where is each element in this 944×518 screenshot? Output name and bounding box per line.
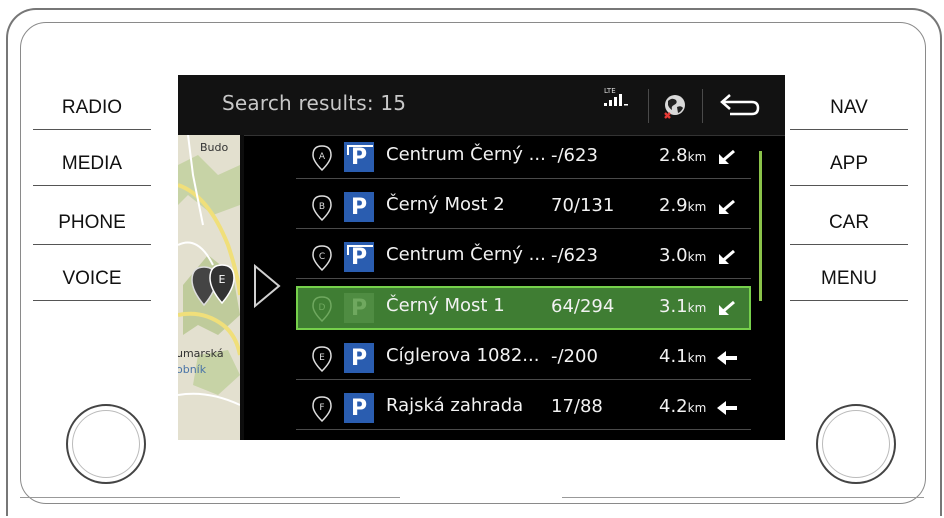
- result-distance: 4.2km: [659, 396, 707, 417]
- result-distance: 2.8km: [659, 145, 707, 166]
- media-button[interactable]: MEDIA: [33, 142, 151, 186]
- arrow-left-icon: [717, 401, 737, 415]
- map-preview[interactable]: E Budo umarská obník: [178, 135, 240, 440]
- result-spaces: -/623: [551, 145, 598, 166]
- header-separator: [702, 89, 703, 123]
- results-list: A P Centrum Černý ... -/623 2.8km B P Če…: [296, 135, 756, 440]
- lte-label: LTE: [604, 87, 616, 95]
- page-title: Search results: 15: [222, 91, 407, 115]
- result-spaces: 17/88: [551, 396, 603, 417]
- signal-icon: LTE: [604, 87, 628, 106]
- result-name: Centrum Černý ...: [386, 144, 546, 165]
- menu-button[interactable]: MENU: [790, 257, 908, 301]
- result-spaces: -/623: [551, 245, 598, 266]
- map-marker-letter: E: [219, 273, 226, 286]
- scrollbar[interactable]: [759, 151, 762, 301]
- pin-b-icon: B: [312, 195, 332, 221]
- pin-c-icon: C: [312, 245, 332, 271]
- car-button-label: CAR: [828, 212, 870, 233]
- svg-text:F: F: [319, 403, 324, 413]
- nav-button[interactable]: NAV: [790, 86, 908, 130]
- car-button[interactable]: CAR: [790, 201, 908, 245]
- back-icon[interactable]: [714, 89, 762, 123]
- result-row-e[interactable]: E P Cíglerova 1082... -/200 4.1km: [296, 336, 751, 380]
- voice-button[interactable]: VOICE: [33, 257, 151, 301]
- result-spaces: -/200: [551, 346, 598, 367]
- radio-button-label: RADIO: [61, 97, 123, 118]
- result-name: Rajská zahrada: [386, 395, 524, 416]
- parking-icon: P: [344, 393, 374, 423]
- svg-text:C: C: [319, 252, 325, 262]
- covered-parking-icon: P: [344, 242, 374, 272]
- result-name: Černý Most 1: [386, 295, 505, 316]
- header-bar: Search results: 15 LTE: [178, 75, 785, 136]
- svg-text:D: D: [319, 303, 326, 313]
- result-name: Černý Most 2: [386, 194, 505, 215]
- expand-map-arrow-icon[interactable]: [252, 263, 282, 309]
- phone-button-label: PHONE: [58, 212, 126, 233]
- bezel-divider-left: [20, 497, 400, 498]
- voice-button-label: VOICE: [62, 268, 122, 289]
- app-button-label: APP: [829, 153, 869, 174]
- result-spaces: 70/131: [551, 195, 615, 216]
- svg-text:A: A: [319, 152, 326, 162]
- covered-parking-icon: P: [344, 142, 374, 172]
- result-row-c[interactable]: C P Centrum Černý ... -/623 3.0km: [296, 235, 751, 279]
- result-row-d-selected[interactable]: D P Černý Most 1 64/294 3.1km: [296, 286, 751, 330]
- parking-icon: P: [344, 343, 374, 373]
- infotainment-screen: Search results: 15 LTE E Budo umarská ob…: [178, 75, 785, 440]
- parking-icon: P: [344, 192, 374, 222]
- nav-button-label: NAV: [830, 97, 868, 118]
- pin-d-icon: D: [312, 296, 332, 322]
- parking-icon: P: [344, 293, 374, 323]
- volume-knob[interactable]: [66, 404, 146, 484]
- pin-a-icon: A: [312, 145, 332, 171]
- result-distance: 4.1km: [659, 346, 707, 367]
- radio-button[interactable]: RADIO: [33, 86, 151, 130]
- arrow-left-icon: [717, 351, 737, 365]
- result-name: Cíglerova 1082...: [386, 345, 540, 366]
- result-spaces: 64/294: [551, 296, 615, 317]
- menu-button-label: MENU: [821, 268, 877, 289]
- tune-knob[interactable]: [816, 404, 896, 484]
- arrow-down-left-icon: [719, 249, 735, 265]
- result-distance: 3.0km: [659, 245, 707, 266]
- result-name: Centrum Černý ...: [386, 244, 546, 265]
- result-distance: 2.9km: [659, 195, 707, 216]
- bezel-divider-right: [562, 497, 924, 498]
- svg-text:B: B: [319, 202, 325, 212]
- map-graphic: E: [178, 135, 240, 440]
- globe-offline-icon[interactable]: [660, 91, 690, 121]
- map-separator: [240, 135, 244, 440]
- map-label: umarská: [178, 347, 224, 360]
- arrow-down-left-icon: [719, 149, 735, 165]
- svg-text:E: E: [319, 353, 325, 363]
- phone-button[interactable]: PHONE: [33, 201, 151, 245]
- result-row-b[interactable]: B P Černý Most 2 70/131 2.9km: [296, 185, 751, 229]
- media-button-label: MEDIA: [61, 153, 123, 174]
- result-row-f[interactable]: F P Rajská zahrada 17/88 4.2km: [296, 386, 751, 430]
- pin-e-icon: E: [312, 346, 332, 372]
- arrow-down-left-icon: [719, 300, 735, 316]
- pin-f-icon: F: [312, 396, 332, 422]
- map-label: Budo: [200, 141, 229, 154]
- arrow-down-left-icon: [719, 199, 735, 215]
- result-row-a[interactable]: A P Centrum Černý ... -/623 2.8km: [296, 135, 751, 179]
- map-label: obník: [178, 363, 207, 376]
- app-button[interactable]: APP: [790, 142, 908, 186]
- header-separator: [648, 89, 649, 123]
- result-distance: 3.1km: [659, 296, 707, 317]
